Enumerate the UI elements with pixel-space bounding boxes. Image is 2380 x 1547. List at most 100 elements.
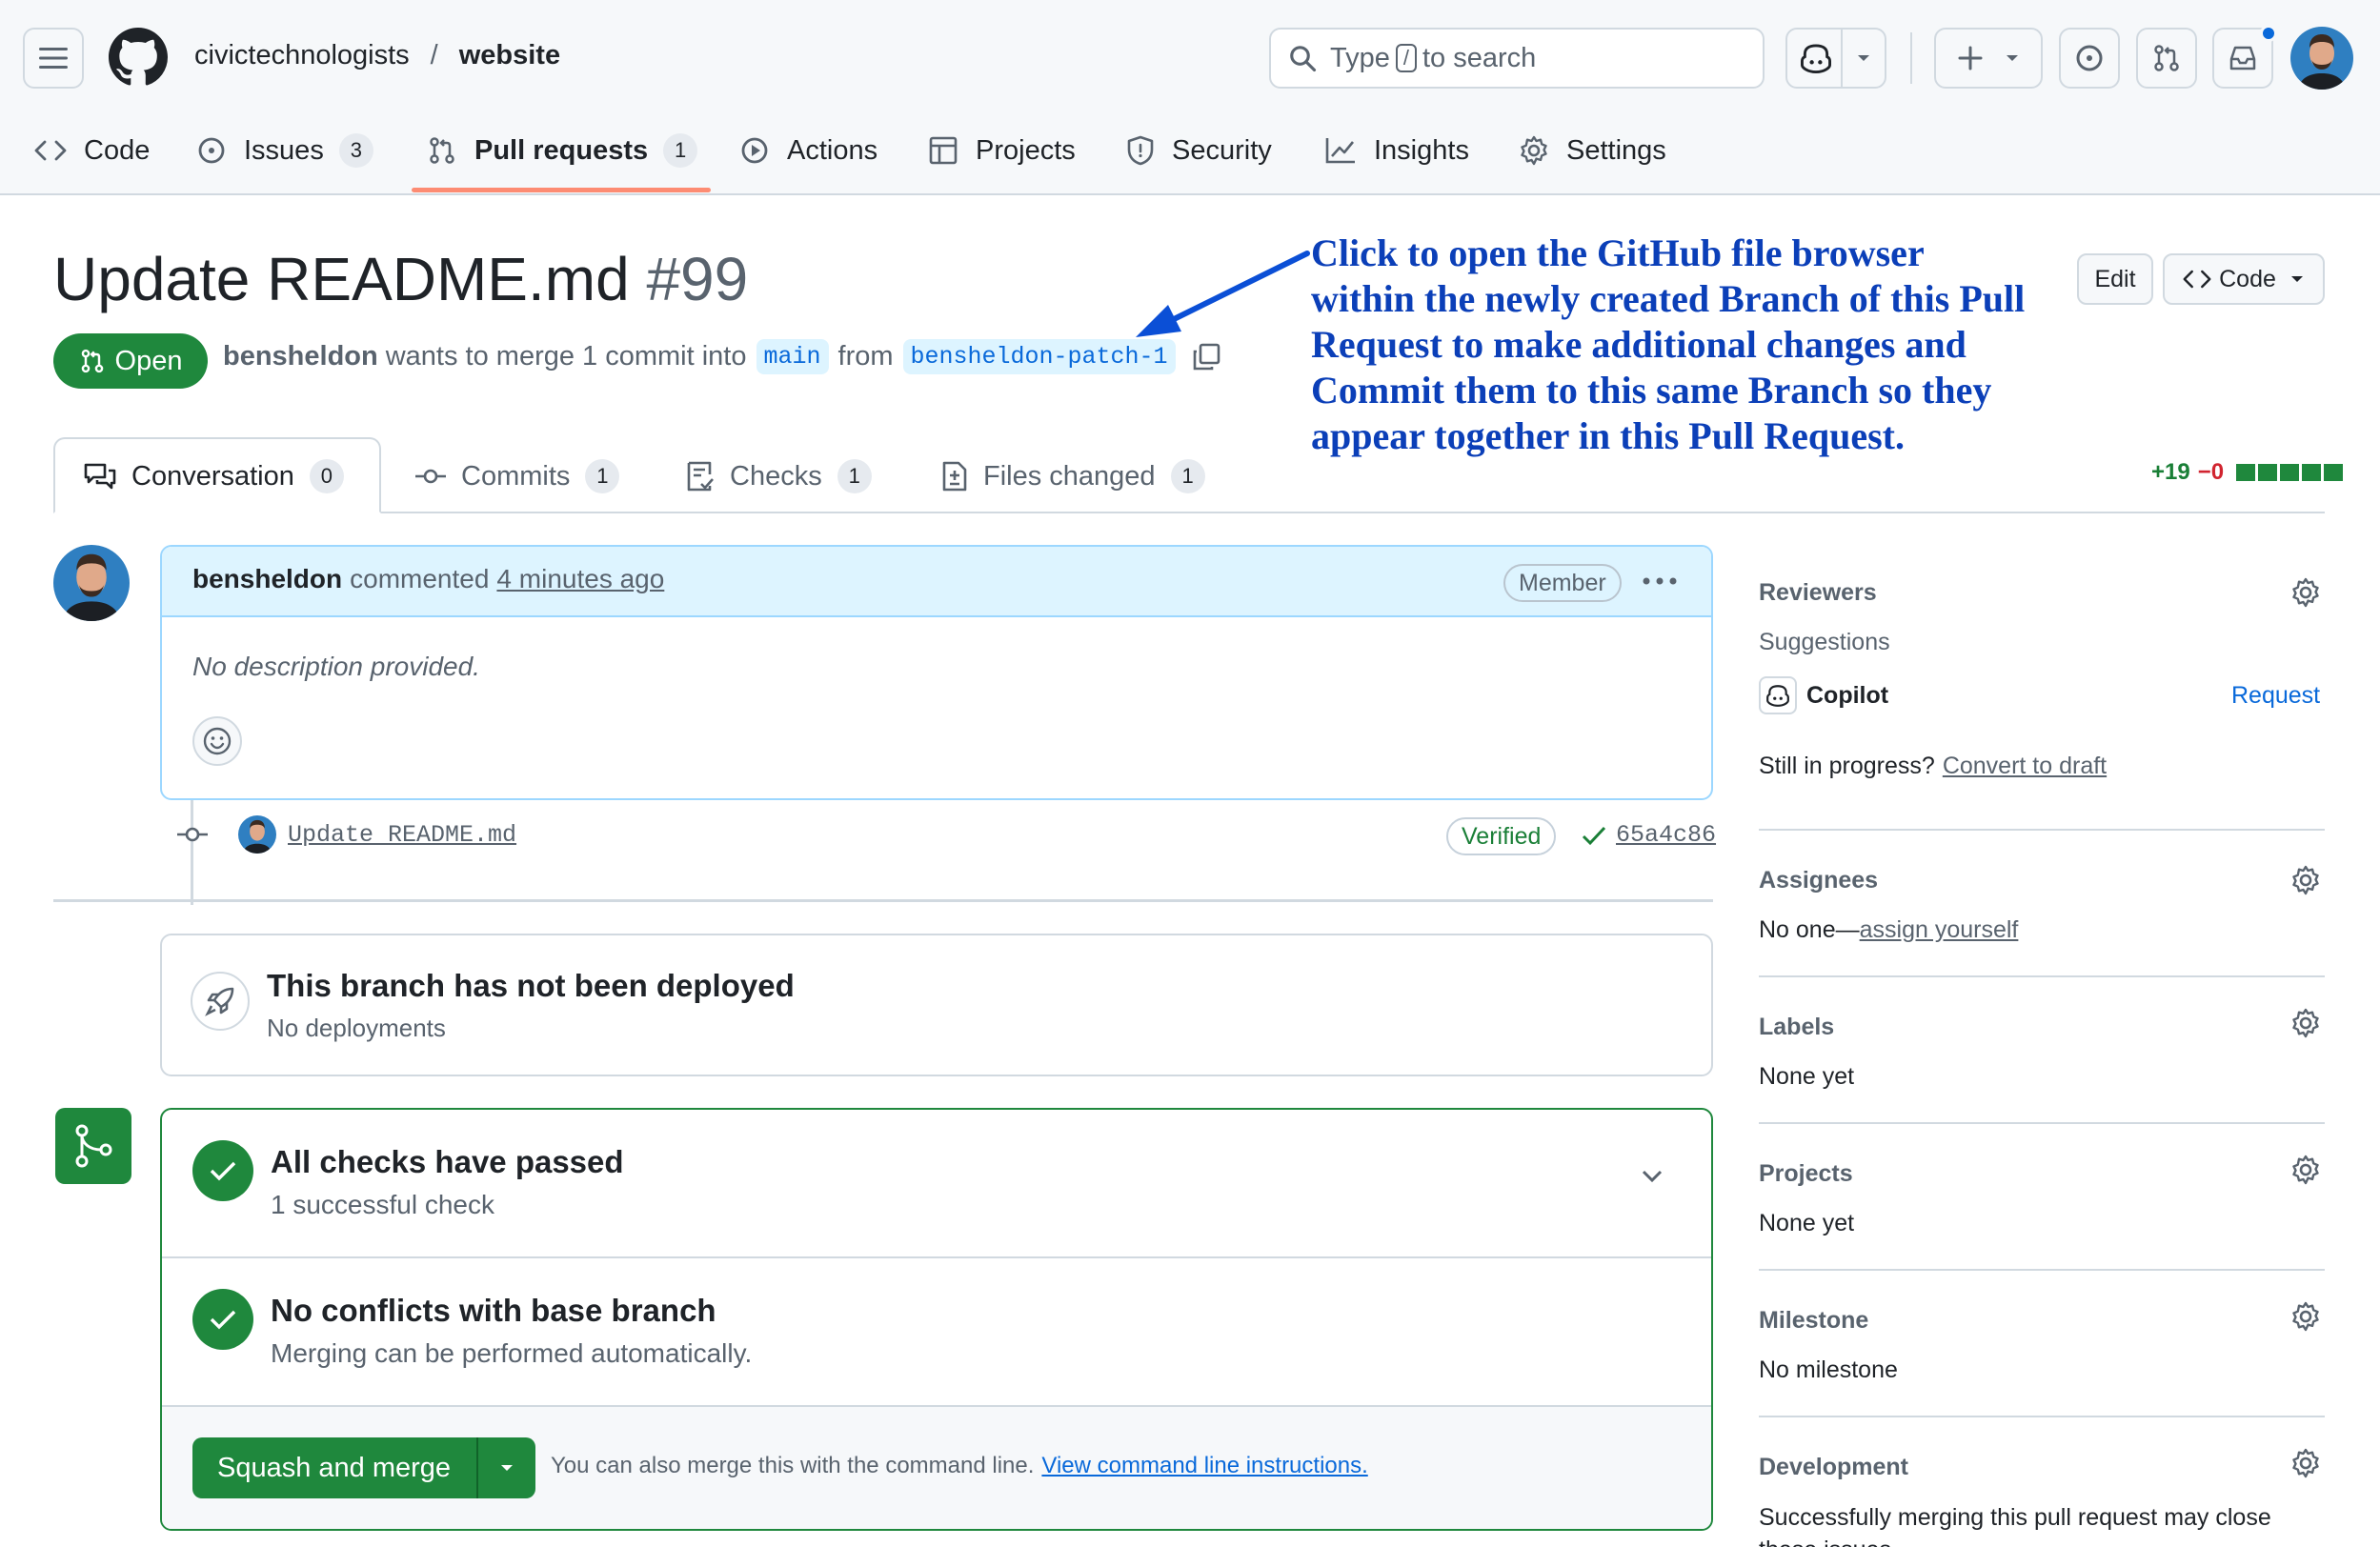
smiley-icon bbox=[203, 727, 232, 755]
nav-security-label: Security bbox=[1172, 134, 1272, 166]
create-new-button[interactable] bbox=[1934, 28, 2043, 89]
gear-icon[interactable] bbox=[2290, 1008, 2321, 1038]
development-title: Development bbox=[1759, 1454, 1908, 1480]
pr-author-link[interactable]: bensheldon bbox=[223, 341, 378, 372]
tab-checks-label: Checks bbox=[730, 460, 822, 492]
pull-requests-button[interactable] bbox=[2136, 28, 2197, 89]
copilot-label: Copilot bbox=[1806, 681, 1889, 709]
breadcrumb: civictechnologists / website bbox=[194, 40, 560, 71]
head-branch-link[interactable]: bensheldon-patch-1 bbox=[902, 339, 1176, 374]
draft-prefix: Still in progress? bbox=[1759, 753, 1935, 779]
tab-conversation-label: Conversation bbox=[131, 460, 294, 492]
copilot-button[interactable] bbox=[1785, 28, 1886, 89]
gear-icon[interactable] bbox=[2290, 577, 2321, 608]
kebab-menu-icon[interactable] bbox=[1643, 577, 1677, 585]
development-value: Successfully merging this pull request m… bbox=[1759, 1504, 2271, 1547]
nav-actions-label: Actions bbox=[787, 134, 878, 166]
tab-checks[interactable]: Checks 1 bbox=[686, 450, 872, 503]
tab-conversation[interactable]: Conversation 0 bbox=[84, 450, 344, 503]
squash-and-merge-button[interactable]: Squash and merge bbox=[192, 1437, 535, 1498]
nav-projects-label: Projects bbox=[976, 134, 1076, 166]
pr-title-text: Update README.md bbox=[53, 245, 630, 313]
comment-header-text: bensheldon commented 4 minutes ago bbox=[192, 564, 664, 594]
search-input[interactable]: Type / to search bbox=[1269, 28, 1765, 89]
github-logo-icon[interactable] bbox=[109, 28, 168, 87]
breadcrumb-separator: / bbox=[430, 40, 438, 70]
base-branch-link[interactable]: main bbox=[756, 339, 829, 374]
tab-commits[interactable]: Commits 1 bbox=[415, 450, 620, 503]
graph-icon bbox=[1325, 138, 1355, 164]
gear-icon[interactable] bbox=[2290, 1448, 2321, 1478]
chevron-down-icon[interactable] bbox=[499, 1463, 514, 1473]
nav-projects[interactable]: Projects bbox=[928, 124, 1076, 177]
commit-row: Update README.md Verified 65a4c86 bbox=[160, 810, 1716, 863]
comment-author-avatar[interactable] bbox=[53, 545, 130, 621]
check-icon[interactable] bbox=[1582, 825, 1606, 846]
convert-to-draft-link[interactable]: Convert to draft bbox=[1943, 753, 2107, 780]
deploy-title: This branch has not been deployed bbox=[267, 968, 795, 1003]
menu-button[interactable] bbox=[23, 28, 84, 89]
conflicts-status-icon bbox=[192, 1289, 253, 1350]
git-commit-icon bbox=[415, 469, 446, 484]
repo-link[interactable]: website bbox=[459, 40, 560, 71]
tab-conversation-counter: 0 bbox=[309, 459, 344, 493]
assign-yourself-link[interactable]: assign yourself bbox=[1860, 916, 2019, 944]
nav-code[interactable]: Code bbox=[34, 124, 150, 177]
comment-author-link[interactable]: bensheldon bbox=[192, 564, 342, 594]
sidebar-divider bbox=[1759, 975, 2325, 977]
user-avatar[interactable] bbox=[2290, 27, 2353, 90]
nav-actions[interactable]: Actions bbox=[739, 124, 877, 177]
checks-subtitle: 1 successful check bbox=[271, 1190, 494, 1219]
nav-pull-requests-label: Pull requests bbox=[474, 134, 649, 166]
squash-button-label: Squash and merge bbox=[217, 1452, 452, 1483]
owner-link[interactable]: civictechnologists bbox=[194, 40, 410, 71]
nav-insights[interactable]: Insights bbox=[1324, 124, 1469, 177]
nav-issues[interactable]: Issues 3 bbox=[196, 124, 373, 177]
search-suffix: to search bbox=[1422, 42, 1537, 73]
nav-issues-label: Issues bbox=[244, 134, 324, 166]
issues-button[interactable] bbox=[2059, 28, 2120, 89]
nav-security[interactable]: Security bbox=[1126, 124, 1272, 177]
gear-icon[interactable] bbox=[2290, 865, 2321, 895]
comment-time-link[interactable]: 4 minutes ago bbox=[496, 564, 664, 594]
tab-commits-label: Commits bbox=[461, 460, 571, 492]
chevron-down-icon[interactable] bbox=[1641, 1169, 1664, 1184]
code-dropdown-button[interactable]: Code bbox=[2163, 253, 2325, 305]
edit-button[interactable]: Edit bbox=[2077, 253, 2153, 305]
commit-author-avatar[interactable] bbox=[238, 815, 276, 854]
command-line-instructions-link[interactable]: View command line instructions. bbox=[1041, 1453, 1367, 1479]
member-badge: Member bbox=[1503, 564, 1622, 602]
copy-icon[interactable] bbox=[1191, 342, 1221, 372]
issue-icon bbox=[2076, 45, 2103, 71]
nav-pull-requests[interactable]: Pull requests 1 bbox=[427, 124, 698, 177]
tab-files-changed[interactable]: Files changed 1 bbox=[941, 450, 1205, 503]
diffstat-additions: +19 bbox=[2151, 459, 2190, 485]
timeline-divider bbox=[53, 899, 1713, 902]
sidebar-divider bbox=[1759, 829, 2325, 831]
page-title: Update README.md #99 bbox=[53, 244, 748, 314]
deploy-subtitle: No deployments bbox=[267, 1014, 446, 1042]
file-diff-icon bbox=[942, 461, 967, 492]
commit-message-link[interactable]: Update README.md bbox=[288, 821, 516, 849]
comment-box: bensheldon commented 4 minutes ago Membe… bbox=[160, 545, 1713, 800]
pr-from-text: from bbox=[837, 341, 894, 372]
add-reaction-button[interactable] bbox=[192, 716, 242, 766]
merge-hint-text: You can also merge this with the command… bbox=[551, 1453, 1035, 1478]
diffstat-block bbox=[2302, 464, 2322, 481]
chevron-down-icon bbox=[2290, 276, 2303, 282]
nav-settings[interactable]: Settings bbox=[1519, 124, 1666, 177]
rocket-icon-frame bbox=[191, 972, 250, 1031]
request-review-link[interactable]: Request bbox=[2231, 682, 2320, 710]
diffstat-deletions: −0 bbox=[2197, 459, 2225, 485]
gear-icon[interactable] bbox=[2290, 1301, 2321, 1332]
copilot-icon-frame bbox=[1759, 676, 1797, 714]
commit-sha-link[interactable]: 65a4c86 bbox=[1616, 821, 1716, 849]
pull-request-icon bbox=[81, 349, 103, 373]
inbox-icon bbox=[2229, 46, 2256, 70]
pr-number: #99 bbox=[646, 245, 749, 313]
deployment-box: This branch has not been deployed No dep… bbox=[160, 934, 1713, 1076]
gear-icon[interactable] bbox=[2290, 1155, 2321, 1185]
verified-badge[interactable]: Verified bbox=[1446, 817, 1557, 855]
gear-icon bbox=[1521, 135, 1547, 166]
chevron-down-icon[interactable] bbox=[1856, 53, 1871, 63]
